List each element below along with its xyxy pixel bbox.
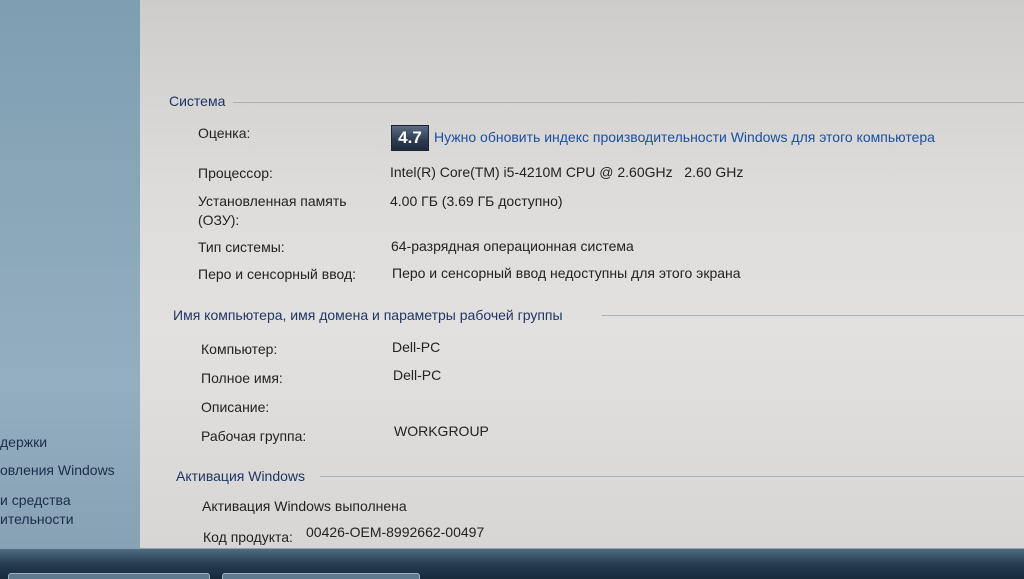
memory-value: 4.00 ГБ (3.69 ГБ доступно) bbox=[390, 193, 563, 209]
description-label: Описание: bbox=[201, 399, 270, 415]
taskbar-button[interactable] bbox=[8, 573, 210, 579]
section-divider bbox=[602, 315, 1024, 316]
section-divider bbox=[320, 476, 1024, 477]
full-name-value: Dell-PC bbox=[393, 367, 442, 383]
pen-touch-value: Перо и сенсорный ввод недоступны для это… bbox=[392, 265, 741, 281]
full-name-label: Полное имя: bbox=[201, 370, 283, 386]
system-type-label: Тип системы: bbox=[198, 239, 285, 255]
pen-touch-label: Перо и сенсорный ввод: bbox=[198, 266, 357, 282]
workgroup-value: WORKGROUP bbox=[394, 423, 489, 439]
system-type-value: 64-разрядная операционная система bbox=[391, 238, 634, 254]
computer-label: Компьютер: bbox=[201, 341, 278, 357]
performance-index-link[interactable]: Нужно обновить индекс производительности… bbox=[434, 129, 935, 145]
left-nav-link-windows-update[interactable]: овления Windows bbox=[0, 462, 115, 478]
workgroup-label: Рабочая группа: bbox=[201, 428, 307, 444]
screen: держки овления Windows и средства ительн… bbox=[0, 0, 1024, 579]
section-title-computer-name: Имя компьютера, имя домена и параметры р… bbox=[173, 307, 563, 323]
left-nav-link-performance-tools-line1[interactable]: и средства bbox=[0, 492, 71, 508]
section-divider bbox=[233, 102, 1024, 103]
memory-label-line1: Установленная память bbox=[198, 193, 347, 209]
taskbar bbox=[0, 548, 1024, 579]
processor-label: Процессор: bbox=[198, 165, 273, 181]
memory-label-line2: (ОЗУ): bbox=[198, 212, 240, 228]
performance-score-badge[interactable]: 4.7 bbox=[391, 125, 429, 151]
taskbar-button[interactable] bbox=[222, 573, 420, 579]
processor-value: Intel(R) Core(TM) i5-4210M CPU @ 2.60GHz… bbox=[390, 164, 744, 180]
rating-label: Оценка: bbox=[198, 125, 251, 141]
product-key-value: 00426-OEM-8992662-00497 bbox=[306, 524, 485, 540]
system-properties-content: Система Оценка: 4.7 Нужно обновить индек… bbox=[140, 0, 1024, 548]
left-nav-link-support[interactable]: держки bbox=[0, 434, 47, 450]
section-title-system: Система bbox=[169, 93, 226, 109]
computer-value: Dell-PC bbox=[392, 339, 441, 355]
left-navigation-pane: держки овления Windows и средства ительн… bbox=[0, 0, 140, 548]
left-nav-link-performance-tools-line2[interactable]: ительности bbox=[0, 511, 74, 527]
section-title-activation: Активация Windows bbox=[176, 468, 306, 484]
product-key-label: Код продукта: bbox=[203, 529, 293, 545]
activation-status: Активация Windows выполнена bbox=[202, 498, 407, 514]
